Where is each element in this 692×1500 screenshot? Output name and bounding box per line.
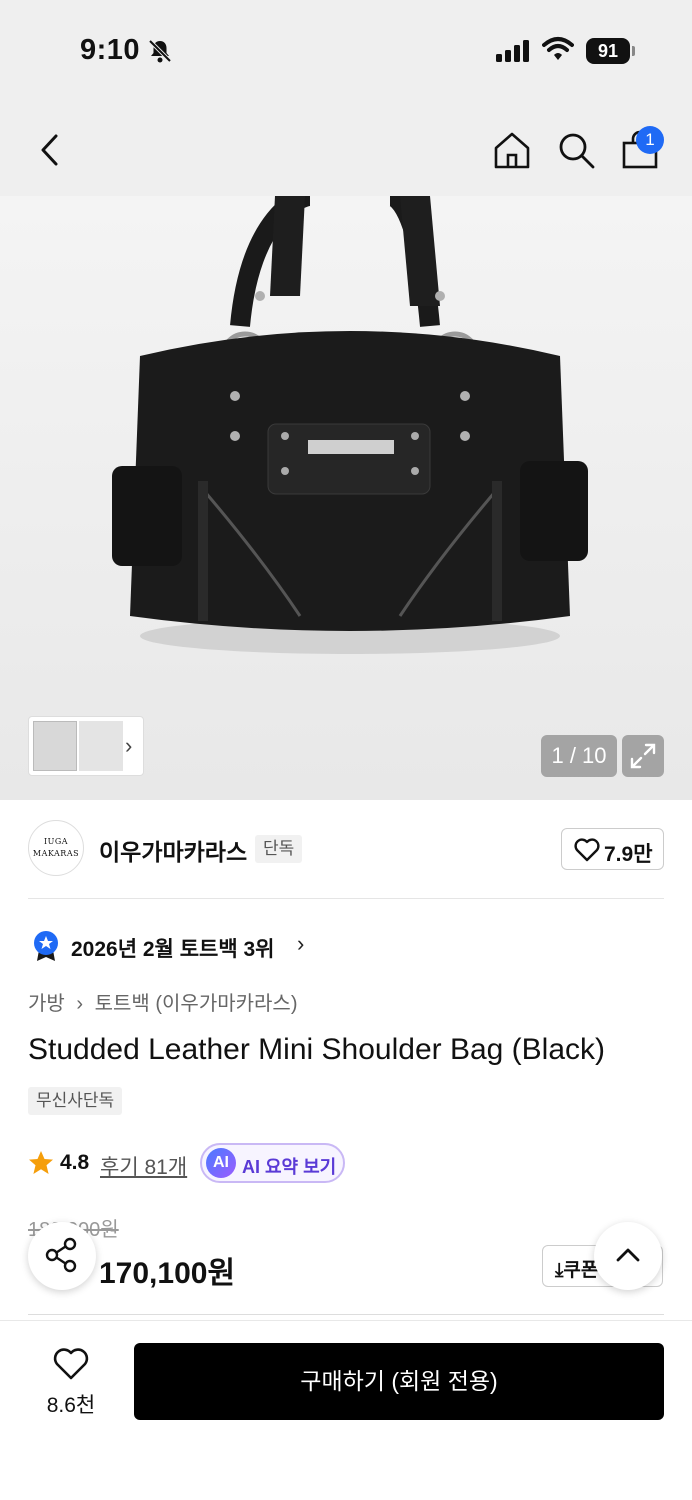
thumbnail-strip[interactable]: › — [28, 716, 144, 776]
expand-icon — [630, 743, 656, 769]
wishlist-button[interactable]: 8.6천 — [36, 1345, 106, 1419]
breadcrumb-category[interactable]: 가방 — [28, 993, 65, 1015]
search-icon — [559, 133, 595, 169]
share-icon — [45, 1237, 77, 1273]
brand-exclusive-tag: 단독 — [255, 835, 303, 863]
brand-logo-line2: MAKARAS — [32, 849, 80, 858]
brand-name[interactable]: 이우가마카라스 — [99, 833, 247, 867]
back-button[interactable] — [32, 128, 68, 172]
battery-tip — [632, 46, 635, 56]
image-page-indicator: 1 / 10 — [541, 735, 617, 777]
bell-off-icon — [147, 38, 173, 69]
thumbnail-image[interactable] — [33, 721, 77, 771]
share-button[interactable] — [28, 1222, 96, 1290]
sale-price: 170,100원 — [99, 1257, 236, 1290]
wifi-icon — [542, 36, 574, 67]
home-button[interactable] — [492, 130, 532, 170]
expand-button[interactable] — [622, 735, 664, 777]
status-time: 9:10 — [80, 34, 141, 66]
product-image — [112, 196, 588, 654]
chevron-up-icon — [616, 1248, 640, 1262]
heart-icon — [53, 1348, 89, 1380]
chevron-right-icon[interactable]: › — [297, 931, 304, 957]
brand-like-button[interactable]: 7.9만 — [561, 828, 664, 870]
heart-icon — [574, 838, 600, 862]
reviews-link[interactable]: 후기 81개 — [100, 1151, 187, 1181]
brand-logo-line1: IUGA — [43, 837, 69, 846]
scroll-to-top-button[interactable] — [594, 1222, 662, 1290]
battery-icon: 91 — [586, 38, 630, 64]
divider — [28, 898, 664, 899]
breadcrumb-separator-icon: › — [76, 993, 84, 1015]
product-title: Studded Leather Mini Shoulder Bag (Black… — [28, 1033, 606, 1066]
wishlist-count: 8.6천 — [46, 1394, 96, 1417]
chevron-right-icon[interactable]: › — [125, 733, 132, 759]
thumbnail-image[interactable] — [79, 721, 123, 771]
exclusive-badge: 무신사단독 — [28, 1087, 123, 1115]
star-icon — [28, 1150, 54, 1181]
brand-logo[interactable]: IUGA MAKARAS — [28, 820, 84, 876]
ai-summary-button[interactable]: AI AI 요약 보기 — [200, 1143, 345, 1183]
breadcrumb-subcategory[interactable]: 토트백 (이우가마카라스) — [95, 993, 298, 1015]
product-image-gallery[interactable]: › 1 / 10 — [0, 196, 692, 800]
divider — [28, 1314, 664, 1315]
status-bar: 9:10 91 — [0, 0, 692, 100]
ranking-badge-icon — [32, 930, 60, 967]
bottom-action-bar: 8.6천 구매하기 (회원 전용) — [0, 1320, 692, 1500]
home-icon — [494, 132, 530, 169]
buy-button[interactable]: 구매하기 (회원 전용) — [134, 1343, 664, 1420]
ai-icon: AI — [206, 1148, 236, 1178]
rating-value: 4.8 — [60, 1151, 90, 1174]
cart-count-badge: 1 — [636, 126, 664, 154]
search-button[interactable] — [556, 130, 596, 170]
ai-summary-label: AI 요약 보기 — [242, 1157, 337, 1177]
breadcrumb: 가방 › 토트백 (이우가마카라스) — [28, 987, 304, 1016]
coupon-label: ⤓쿠폰 — [555, 1255, 598, 1282]
top-navigation — [0, 100, 692, 196]
ranking-text[interactable]: 2026년 2월 토트백 3위 — [71, 933, 275, 963]
signal-icon — [496, 40, 532, 67]
brand-like-count: 7.9만 — [604, 843, 653, 866]
chevron-left-icon — [41, 134, 58, 166]
